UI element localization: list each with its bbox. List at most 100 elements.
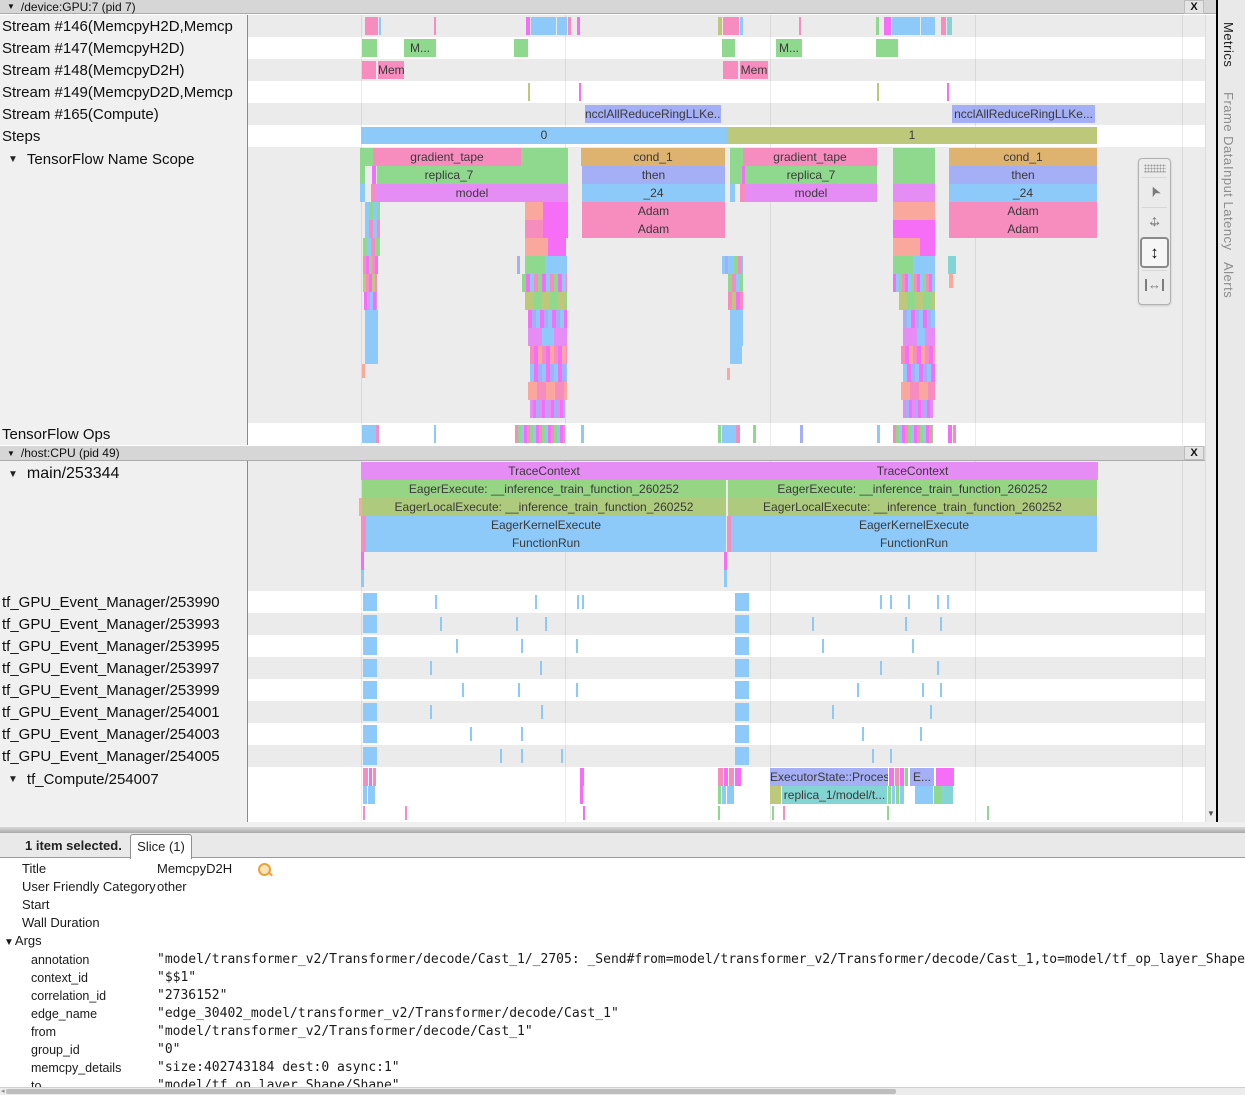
trace-slice[interactable] xyxy=(905,617,907,631)
trace-slice[interactable] xyxy=(937,661,939,675)
zoom-tool[interactable]: ↕ xyxy=(1140,237,1169,268)
trace-slice[interactable] xyxy=(917,328,925,346)
trace-slice[interactable] xyxy=(920,727,922,741)
trace-slice[interactable] xyxy=(525,202,543,220)
trace-slice[interactable] xyxy=(893,220,935,238)
sidebar-tab-input-latency[interactable]: Input Latency xyxy=(1221,166,1236,251)
collapse-arrow-icon[interactable]: ▼ xyxy=(8,774,18,785)
trace-slice[interactable] xyxy=(360,166,365,184)
trace-slice[interactable] xyxy=(903,328,917,346)
trace-slice[interactable] xyxy=(908,595,910,609)
trace-slice[interactable] xyxy=(893,256,913,274)
selection-tool[interactable]: ➤ xyxy=(1142,177,1167,205)
trace-slice-cluster[interactable] xyxy=(730,256,743,274)
trace-slice-cluster[interactable] xyxy=(363,274,377,292)
trace-slice[interactable] xyxy=(521,639,523,653)
trace-slice[interactable] xyxy=(889,768,894,786)
trace-slice[interactable] xyxy=(363,703,377,721)
trace-slice[interactable] xyxy=(369,768,372,786)
trace-slice[interactable]: EagerKernelExecute xyxy=(731,516,1097,534)
trace-slice[interactable] xyxy=(545,256,567,274)
trace-slice[interactable] xyxy=(557,17,567,35)
trace-slice[interactable] xyxy=(363,637,377,655)
trace-slice-cluster[interactable] xyxy=(901,346,935,364)
drag-handle-icon[interactable] xyxy=(1144,164,1166,173)
trace-slice[interactable]: Mem xyxy=(378,61,404,79)
trace-slice[interactable] xyxy=(730,310,743,328)
tab-slice[interactable]: Slice (1) xyxy=(130,834,192,859)
trace-slice[interactable] xyxy=(456,639,458,653)
trace-slice[interactable]: M... xyxy=(404,39,436,57)
trace-slice-cluster[interactable] xyxy=(530,346,567,364)
trace-slice[interactable] xyxy=(735,659,749,677)
trace-slice[interactable] xyxy=(890,595,892,609)
trace-slice[interactable] xyxy=(528,83,530,101)
trace-slice-cluster[interactable] xyxy=(530,400,565,418)
trace-slice[interactable] xyxy=(361,552,364,570)
trace-slice[interactable] xyxy=(947,17,952,35)
trace-slice[interactable]: FunctionRun xyxy=(366,534,726,552)
trace-slice[interactable] xyxy=(365,328,378,346)
process-header-cpu[interactable]: ▼/host:CPU (pid 49)X xyxy=(0,446,1216,461)
trace-slice[interactable] xyxy=(718,768,723,786)
trace-slice[interactable] xyxy=(363,725,377,743)
trace-slice[interactable] xyxy=(554,328,567,346)
trace-slice[interactable] xyxy=(365,17,378,35)
trace-slice-cluster[interactable] xyxy=(363,238,380,256)
trace-slice[interactable] xyxy=(363,593,377,611)
trace-slice[interactable] xyxy=(580,768,584,786)
trace-slice[interactable] xyxy=(735,593,749,611)
trace-slice[interactable] xyxy=(948,256,956,274)
trace-slice[interactable] xyxy=(548,238,566,256)
trace-slice[interactable] xyxy=(892,17,920,35)
collapse-arrow-icon[interactable]: ▼ xyxy=(8,154,18,165)
trace-slice[interactable]: EagerExecute: __inference_train_function… xyxy=(728,480,1097,498)
trace-slice[interactable] xyxy=(876,39,898,57)
trace-slice[interactable] xyxy=(862,727,864,741)
trace-slice[interactable]: Adam xyxy=(949,220,1097,238)
horizontal-scrollbar[interactable]: ◂ xyxy=(0,1087,1245,1095)
trace-slice[interactable] xyxy=(913,256,935,274)
trace-slice[interactable] xyxy=(373,768,376,786)
trace-slice[interactable] xyxy=(949,274,953,288)
trace-slice[interactable] xyxy=(365,346,378,364)
trace-slice[interactable] xyxy=(360,148,373,166)
trace-slice[interactable] xyxy=(736,425,740,443)
trace-slice[interactable] xyxy=(583,806,585,820)
trace-slice-cluster[interactable] xyxy=(893,425,933,443)
trace-slice[interactable] xyxy=(727,368,730,380)
trace-slice[interactable] xyxy=(947,83,949,101)
trace-slice[interactable] xyxy=(525,220,543,238)
trace-slice-cluster[interactable] xyxy=(728,274,743,292)
trace-slice[interactable] xyxy=(893,148,935,166)
trace-slice[interactable]: then xyxy=(949,166,1097,184)
trace-slice[interactable] xyxy=(430,705,432,719)
trace-slice[interactable] xyxy=(730,184,735,202)
trace-slice[interactable] xyxy=(940,683,942,697)
trace-slice[interactable]: TraceContext xyxy=(727,462,1098,480)
trace-slice-cluster[interactable] xyxy=(515,425,565,443)
trace-slice[interactable]: EagerLocalExecute: __inference_train_fun… xyxy=(728,498,1097,516)
trace-slice[interactable] xyxy=(877,425,880,443)
trace-slice[interactable] xyxy=(430,661,432,675)
trace-slice[interactable] xyxy=(718,786,721,804)
trace-slice[interactable] xyxy=(540,661,542,675)
trace-slice[interactable] xyxy=(730,148,743,166)
trace-slice[interactable] xyxy=(735,637,749,655)
trace-slice-cluster[interactable] xyxy=(903,310,935,328)
trace-slice[interactable] xyxy=(372,166,376,184)
trace-slice[interactable] xyxy=(893,202,935,220)
trace-slice[interactable] xyxy=(940,617,942,631)
trace-slice[interactable] xyxy=(363,806,365,820)
trace-slice-cluster[interactable] xyxy=(901,382,935,400)
trace-slice[interactable] xyxy=(872,749,874,763)
trace-slice[interactable] xyxy=(718,17,722,35)
trace-slice[interactable] xyxy=(723,17,739,35)
trace-slice[interactable] xyxy=(470,727,472,741)
trace-slice[interactable] xyxy=(576,639,578,653)
track-group-label[interactable]: ▼main/253344 xyxy=(0,461,246,487)
trace-slice[interactable] xyxy=(893,184,935,202)
trace-slice[interactable] xyxy=(724,768,728,786)
trace-slice[interactable]: model xyxy=(376,184,568,202)
trace-slice[interactable]: cond_1 xyxy=(581,148,725,166)
